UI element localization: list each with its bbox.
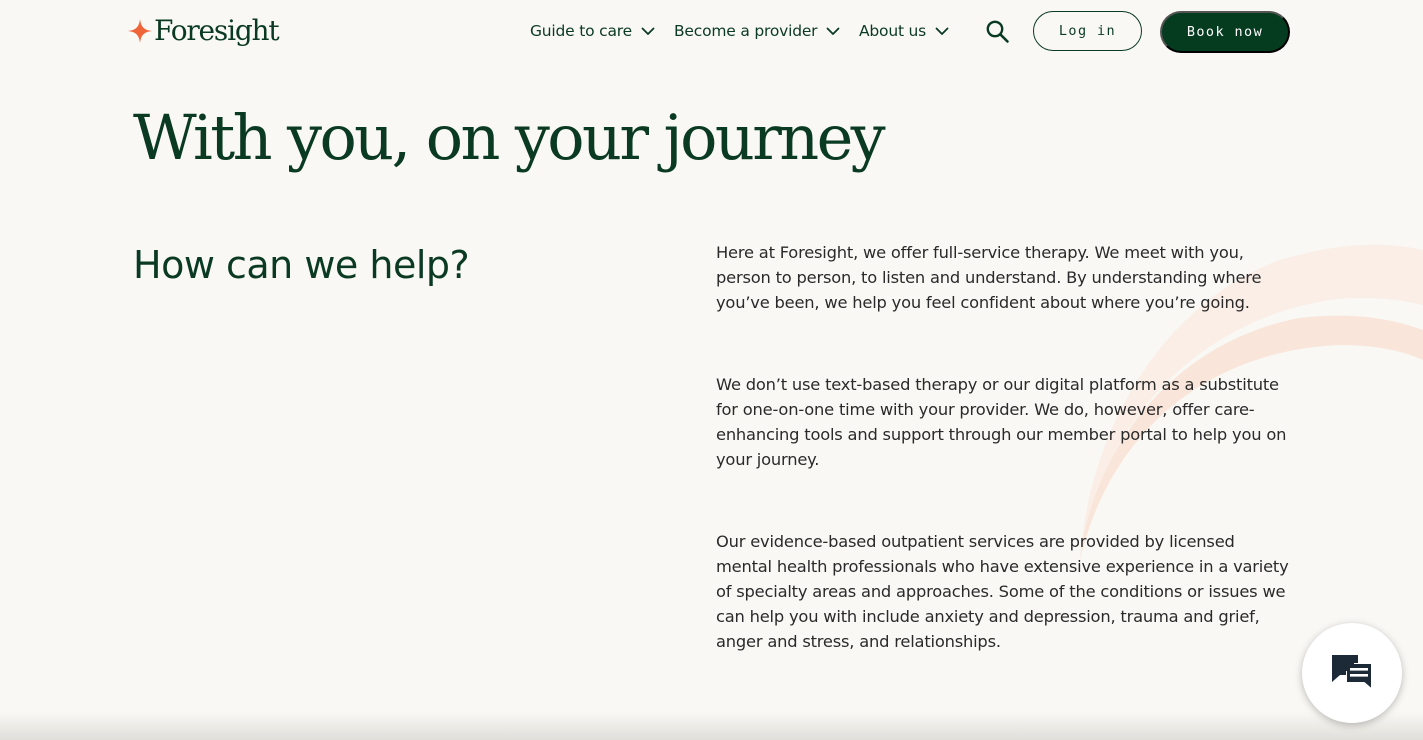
section-heading: How can we help? xyxy=(133,243,470,287)
intro-paragraph: Our evidence-based outpatient services a… xyxy=(716,532,1289,651)
chevron-down-icon xyxy=(641,27,655,35)
nav-label: Become a provider xyxy=(674,22,818,40)
chevron-down-icon xyxy=(935,27,949,35)
nav-become-a-provider[interactable]: Become a provider xyxy=(674,19,840,43)
site-header: Foresight Guide to care Become a provide… xyxy=(0,0,1423,62)
nav-about-us[interactable]: About us xyxy=(859,19,949,43)
search-icon[interactable] xyxy=(985,19,1010,44)
foresight-logo[interactable]: Foresight xyxy=(127,12,280,50)
intro-text-block: Here at Foresight, we offer full-service… xyxy=(716,240,1291,711)
intro-paragraph: Here at Foresight, we offer full-service… xyxy=(716,243,1262,312)
intro-paragraph: We don’t use text-based therapy or our d… xyxy=(716,375,1287,469)
star-logo-icon xyxy=(128,19,152,43)
chat-icon xyxy=(1332,655,1372,690)
chat-button[interactable] xyxy=(1302,623,1402,723)
logo-text: Foresight xyxy=(154,14,280,47)
nav-label: Guide to care xyxy=(530,22,632,40)
login-button[interactable]: Log in xyxy=(1033,11,1142,51)
page-title: With you, on your journey xyxy=(133,101,886,174)
nav-label: About us xyxy=(859,22,927,40)
book-now-button[interactable]: Book now xyxy=(1160,11,1290,53)
chevron-down-icon xyxy=(826,27,840,35)
bottom-fade-overlay xyxy=(0,712,1423,740)
nav-guide-to-care[interactable]: Guide to care xyxy=(530,19,655,43)
